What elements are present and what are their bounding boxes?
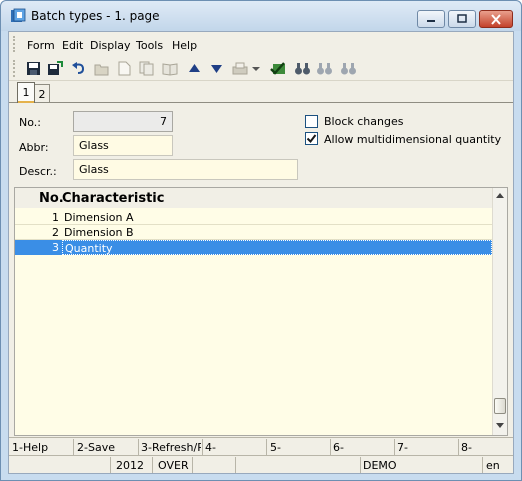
- allow-multidimensional-checkbox[interactable]: [305, 132, 318, 145]
- abbr-field[interactable]: Glass: [73, 135, 173, 156]
- menu-edit[interactable]: Edit: [62, 39, 83, 52]
- characteristics-grid: No. Characteristic 1 Dimension A 2 Dimen…: [14, 187, 508, 436]
- open-folder-icon: [94, 64, 109, 75]
- table-row-selected[interactable]: 3 Quantity: [15, 240, 493, 255]
- fkey-2[interactable]: 2-Save: [77, 441, 137, 454]
- status-mode: OVER: [158, 459, 189, 472]
- col-header-characteristic[interactable]: Characteristic: [62, 191, 164, 206]
- row-no: 3: [52, 241, 59, 254]
- no-label: No.:: [19, 116, 41, 129]
- binoculars-next-icon: [316, 62, 332, 74]
- new-button[interactable]: [115, 60, 133, 77]
- copy-button[interactable]: [138, 60, 156, 77]
- fkey-7[interactable]: 7-: [397, 441, 457, 454]
- move-down-button[interactable]: [207, 60, 225, 77]
- open-button[interactable]: [93, 60, 111, 77]
- binoculars-icon: [294, 62, 310, 74]
- save-button[interactable]: [24, 60, 42, 77]
- descr-label: Descr.:: [19, 165, 57, 178]
- save-as-icon: [48, 61, 63, 75]
- status-database: DEMO: [363, 459, 397, 472]
- menu-grip: [13, 36, 16, 52]
- find-next-button[interactable]: [315, 60, 333, 77]
- menu-tools[interactable]: Tools: [136, 39, 163, 52]
- undo-button[interactable]: [69, 60, 87, 77]
- minimize-icon: [427, 20, 435, 22]
- table-row[interactable]: 1 Dimension A: [15, 210, 493, 225]
- scroll-thumb[interactable]: [494, 398, 506, 414]
- arrow-down-icon: [210, 65, 222, 73]
- arrow-up-icon: [188, 64, 200, 72]
- scroll-down-button[interactable]: [493, 418, 507, 433]
- toolbar-grip: [13, 60, 16, 77]
- abbr-label: Abbr:: [19, 141, 49, 154]
- new-document-icon: [118, 61, 130, 76]
- save-icon: [26, 62, 40, 75]
- descr-field[interactable]: Glass: [73, 159, 298, 180]
- confirm-button[interactable]: [269, 60, 287, 77]
- form-panel: No.: 7 Abbr: Glass Descr.: Glass Block c…: [9, 102, 513, 437]
- status-language: en: [486, 459, 500, 472]
- table-row[interactable]: 2 Dimension B: [15, 225, 493, 240]
- app-window: Batch types - 1. page Form Edit Display …: [0, 0, 522, 481]
- fkey-4[interactable]: 4-: [205, 441, 265, 454]
- save-as-button[interactable]: [46, 60, 64, 77]
- app-icon: [11, 8, 26, 22]
- title-bar[interactable]: Batch types - 1. page: [1, 1, 521, 31]
- status-year: 2012: [116, 459, 144, 472]
- function-key-bar: 1-Help 2-Save 3-Refresh/R 4- 5- 6- 7- 8-: [9, 437, 513, 455]
- copy-icon: [139, 61, 154, 76]
- fkey-5[interactable]: 5-: [270, 441, 330, 454]
- col-header-no[interactable]: No.: [39, 191, 64, 206]
- checkmark-icon: [306, 134, 317, 144]
- book-icon: [162, 62, 178, 76]
- print-icon: [232, 62, 248, 74]
- vertical-scrollbar[interactable]: [492, 188, 507, 435]
- undo-icon: [71, 62, 84, 74]
- block-changes-checkbox[interactable]: [305, 115, 318, 128]
- print-dropdown[interactable]: [251, 60, 261, 77]
- client-area: Form Edit Display Tools Help 1 2 No.: 7 …: [8, 31, 514, 474]
- fkey-8[interactable]: 8-: [461, 441, 511, 454]
- fkey-3[interactable]: 3-Refresh/R: [141, 441, 201, 454]
- block-changes-label: Block changes: [324, 115, 404, 128]
- no-field: 7: [73, 111, 173, 132]
- tab-page-1[interactable]: 1: [17, 82, 35, 103]
- row-no: 1: [52, 211, 59, 224]
- maximize-button[interactable]: [448, 10, 476, 28]
- fkey-6[interactable]: 6-: [333, 441, 393, 454]
- scroll-up-button[interactable]: [493, 188, 507, 203]
- allow-multidimensional-label: Allow multidimensional quantity: [324, 133, 502, 146]
- move-up-button[interactable]: [185, 60, 203, 77]
- find-button[interactable]: [293, 60, 311, 77]
- window-title: Batch types - 1. page: [31, 9, 160, 23]
- menu-display[interactable]: Display: [90, 39, 131, 52]
- status-bar: 2012 OVER DEMO en: [9, 455, 513, 473]
- tab-page-2[interactable]: 2: [34, 84, 50, 103]
- row-no: 2: [52, 226, 59, 239]
- grid-header: No. Characteristic: [15, 188, 493, 208]
- minimize-button[interactable]: [417, 10, 445, 28]
- toolbar: [9, 56, 513, 81]
- check-icon: [269, 61, 285, 75]
- fkey-1[interactable]: 1-Help: [12, 441, 72, 454]
- book-button[interactable]: [161, 60, 179, 77]
- dropdown-arrow-icon: [252, 66, 260, 71]
- print-button[interactable]: [231, 60, 249, 77]
- menu-form[interactable]: Form: [27, 39, 55, 52]
- scroll-up-icon: [496, 193, 504, 198]
- close-button[interactable]: [479, 10, 513, 28]
- menu-help[interactable]: Help: [172, 39, 197, 52]
- page-tabs: 1 2: [9, 82, 513, 103]
- menu-bar: Form Edit Display Tools Help: [9, 32, 513, 56]
- binoculars-prev-icon: [340, 62, 356, 74]
- close-icon: [491, 13, 501, 25]
- row-characteristic[interactable]: Quantity: [62, 240, 492, 255]
- maximize-icon: [457, 14, 467, 23]
- find-prev-button[interactable]: [339, 60, 357, 77]
- scroll-down-icon: [496, 423, 504, 428]
